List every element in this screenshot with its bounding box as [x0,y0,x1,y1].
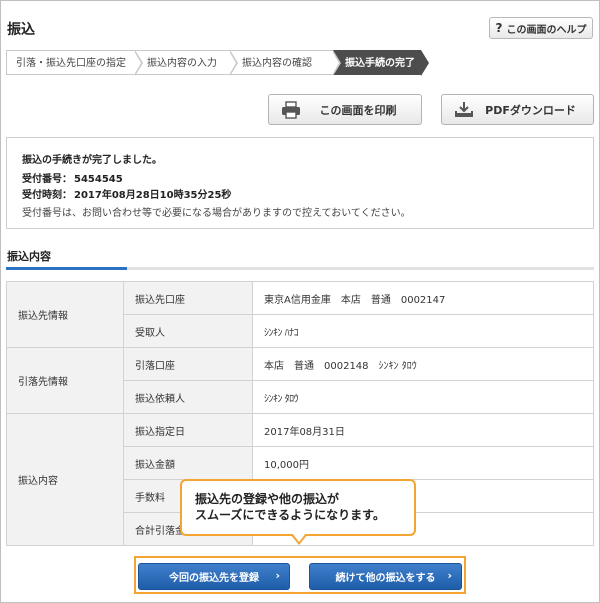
group-content: 振込内容 [6,413,124,546]
receipt-number-row: 受付番号： 5454545 [22,170,593,186]
progress-steps: 引落・振込先口座の指定 振込内容の入力 振込内容の確認 振込手続の完了 [6,50,594,76]
receipt-number-label: 受付番号： [22,174,72,185]
step-label: 振込内容の確認 [242,58,312,69]
help-button[interactable]: ? この画面のヘルプ [489,17,593,39]
callout-line-2: スムーズにできるようになります。 [195,508,385,522]
section-divider [6,267,594,270]
row-header: 振込指定日 [123,413,253,447]
receipt-time: 2017年08月28日10時35分25秒 [74,190,232,201]
tooltip-callout: 振込先の登録や他の振込が スムーズにできるようになります。 [180,479,416,536]
step-input: 振込内容の入力 [135,50,238,76]
table-row: 振込先情報 振込先口座 東京A信用金庫 本店 普通 0002147 [6,281,594,348]
table-row: 振込内容 振込指定日 2017年08月31日 [6,413,594,546]
requester-value: ｼﾝｷﾝ ﾀﾛｳ [252,380,594,414]
row-header: 受取人 [123,314,253,348]
step-label: 引落・振込先口座の指定 [16,58,126,69]
group-payer: 引落先情報 [6,347,124,414]
receipt-time-row: 受付時刻： 2017年08月28日10時35分25秒 [22,186,593,202]
step-select-accounts: 引落・振込先口座の指定 [6,50,143,76]
step-confirm: 振込内容の確認 [230,50,341,76]
recipient-value: ｼﾝｷﾝ ﾊﾅｺ [252,314,594,348]
payee-account-value: 東京A信用金庫 本店 普通 0002147 [252,281,594,315]
debit-account-value: 本店 普通 0002148 ｼﾝｷﾝ ﾀﾛｳ [252,347,594,381]
callout-line-1: 振込先の登録や他の振込が [195,492,340,506]
print-button[interactable]: この画面を印刷 [268,94,422,125]
question-icon: ? [495,21,503,35]
register-payee-button[interactable]: 今回の振込先を登録 › [138,563,290,590]
completion-message: 振込の手続きが完了しました。 [22,155,162,166]
chevron-right-icon: › [275,569,280,582]
completion-message-box: 振込の手続きが完了しました。 受付番号： 5454545 受付時刻： 2017年08… [6,137,594,229]
step-complete: 振込手続の完了 [333,50,429,76]
download-icon [455,102,473,117]
continue-transfer-button[interactable]: 続けて他の振込をする › [309,563,462,590]
bottom-action-bar: 今回の振込先を登録 › 続けて他の振込をする › [1,546,599,602]
table-row: 引落先情報 引落口座 本店 普通 0002148 ｼﾝｷﾝ ﾀﾛｳ [6,347,594,414]
group-payee: 振込先情報 [6,281,124,348]
receipt-number: 5454545 [74,174,123,185]
row-header: 振込金額 [123,446,253,480]
transfer-date-value: 2017年08月31日 [252,413,594,447]
help-button-label: この画面のヘルプ [506,24,587,36]
row-header: 引落口座 [123,347,253,381]
step-label: 振込手続の完了 [345,58,415,69]
row-header: 振込先口座 [123,281,253,315]
pdf-download-button[interactable]: PDFダウンロード [441,94,594,125]
step-label: 振込内容の入力 [147,58,217,69]
printer-icon [282,101,300,119]
page-title: 振込 [7,22,35,38]
row-header: 振込依頼人 [123,380,253,414]
transfer-amount-value: 10,000円 [252,446,594,480]
chevron-right-icon: › [447,569,452,582]
receipt-note: 受付番号は、お問い合わせ等で必要になる場合がありますので控えておいてください。 [22,208,411,219]
section-title: 振込内容 [7,250,51,263]
receipt-time-label: 受付時刻： [22,190,72,201]
continue-transfer-label: 続けて他の振込をする [335,573,436,584]
register-payee-label: 今回の振込先を登録 [169,573,259,584]
